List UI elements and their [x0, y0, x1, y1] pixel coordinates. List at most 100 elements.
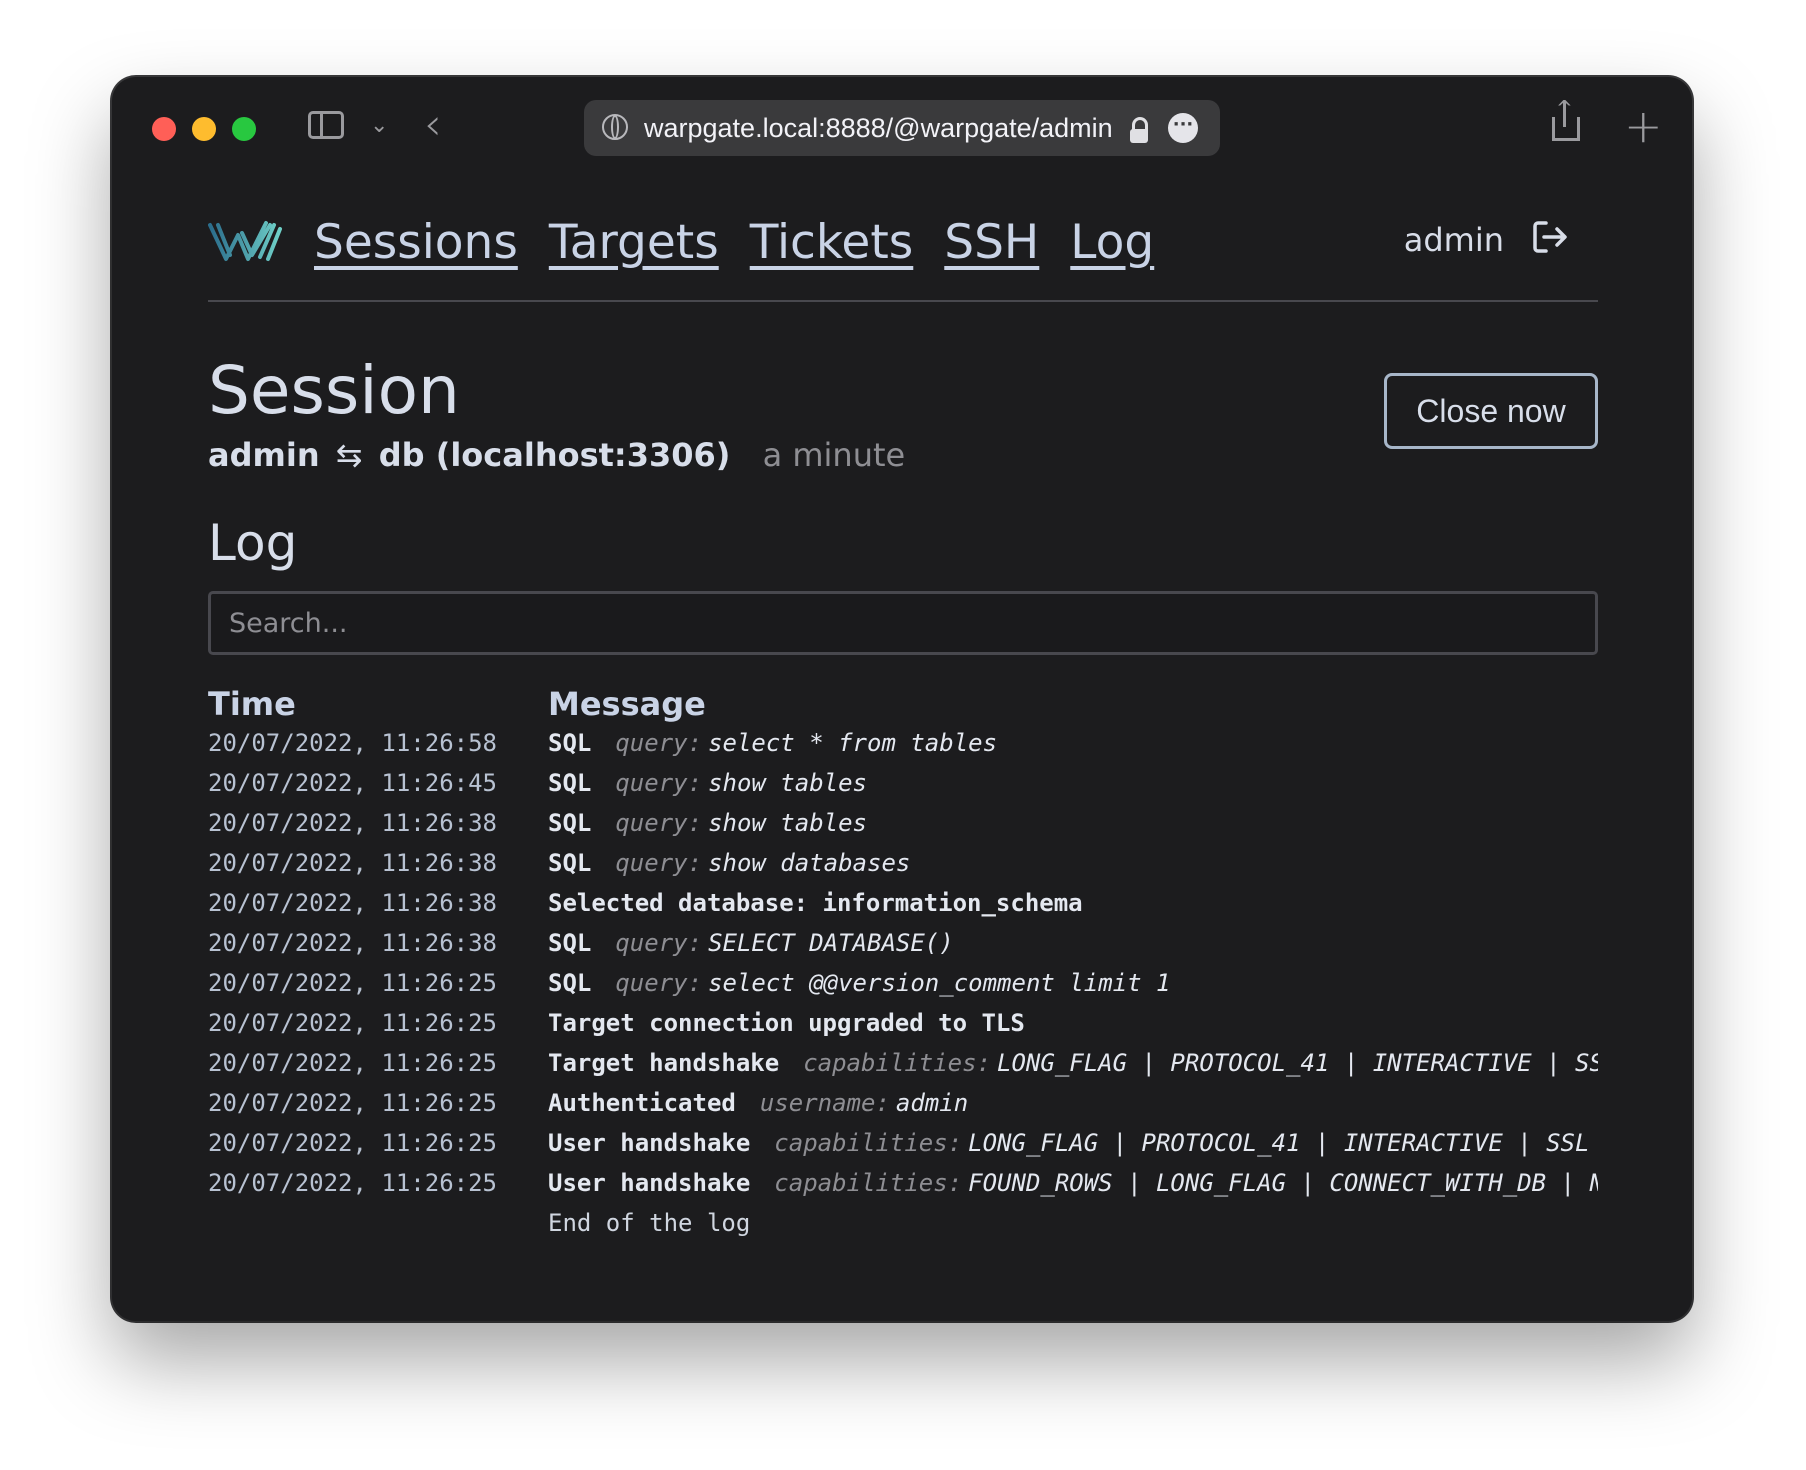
top-nav: Sessions Targets Tickets SSH Log admin — [208, 187, 1598, 297]
log-message-text: SQL — [548, 969, 592, 997]
browser-toolbar: ⌄ ‹ warpgate.local:8888/@warpgate/admin … — [112, 77, 1692, 187]
swap-arrows-icon: ⇆ — [335, 436, 363, 474]
log-time: 20/07/2022, 11:26:25 — [208, 969, 497, 997]
warpgate-logo[interactable] — [208, 219, 284, 265]
log-time: 20/07/2022, 11:26:38 — [208, 849, 497, 877]
zoom-window-button[interactable] — [232, 117, 256, 141]
log-message-text: Target connection upgraded to TLS — [548, 1009, 1025, 1037]
log-table: Time Message 20/07/2022, 11:26:58 SQL quer… — [208, 677, 1598, 1243]
session-summary: admin ⇆ db (localhost:3306) a minute — [208, 436, 905, 474]
log-time: 20/07/2022, 11:26:25 — [208, 1049, 497, 1077]
chevron-down-icon[interactable]: ⌄ — [370, 113, 388, 138]
message-column-header: Message — [548, 685, 706, 723]
time-column-header: Time — [208, 685, 296, 723]
log-message-text: Selected database: information_schema — [548, 889, 1083, 917]
log-time: 20/07/2022, 11:26:38 — [208, 809, 497, 837]
nav-link-ssh[interactable]: SSH — [944, 215, 1039, 270]
log-attr-value: admin — [895, 1089, 969, 1117]
log-message: Target handshake capabilities: LONG_FLAG |… — [548, 1049, 1598, 1077]
address-bar[interactable]: warpgate.local:8888/@warpgate/admin ··· — [584, 100, 1220, 156]
close-window-button[interactable] — [152, 117, 176, 141]
log-attr-value: LONG_FLAG | PROTOCOL_41 | INTERACTIVE | … — [968, 1129, 1590, 1157]
log-attr-key: query: — [615, 769, 703, 797]
log-row: 20/07/2022, 11:26:38 SQL query: show databa… — [208, 843, 1598, 883]
app-content: Sessions Targets Tickets SSH Log admin S… — [208, 187, 1598, 1243]
new-tab-icon[interactable]: + — [1624, 99, 1663, 153]
log-time: 20/07/2022, 11:26:45 — [208, 769, 497, 797]
log-row: 20/07/2022, 11:26:38 Selected database: i… — [208, 883, 1598, 923]
log-time: 20/07/2022, 11:26:58 — [208, 729, 497, 757]
log-end-row: End of the log — [208, 1203, 1598, 1243]
nav-link-targets[interactable]: Targets — [549, 215, 719, 270]
nav-link-tickets[interactable]: Tickets — [750, 215, 914, 270]
log-attr-key: capabilities: — [774, 1169, 963, 1197]
close-now-button[interactable]: Close now — [1384, 373, 1598, 449]
log-message-text: User handshake — [548, 1129, 751, 1157]
more-options-icon[interactable]: ··· — [1168, 113, 1198, 143]
log-attr-key: query: — [615, 849, 703, 877]
end-of-log-text: End of the log — [548, 1209, 751, 1237]
log-message: SQL query: SELECT DATABASE() — [548, 929, 1598, 957]
logout-icon[interactable] — [1530, 217, 1570, 257]
log-attr-value: select @@version_comment limit 1 — [708, 969, 1171, 997]
log-time: 20/07/2022, 11:26:25 — [208, 1009, 497, 1037]
log-message: SQL query: show tables — [548, 769, 1598, 797]
log-row: 20/07/2022, 11:26:38 SQL query: SELECT DATA… — [208, 923, 1598, 963]
log-time: 20/07/2022, 11:26:38 — [208, 889, 497, 917]
log-message: SQL query: select @@version_comment limit … — [548, 969, 1598, 997]
session-user: admin — [208, 436, 320, 474]
session-target: db (localhost:3306) — [378, 436, 731, 474]
address-text[interactable]: warpgate.local:8888/@warpgate/admin — [644, 113, 1114, 144]
log-message: SQL query: select * from tables — [548, 729, 1598, 757]
share-icon[interactable]: ^ — [1552, 98, 1580, 141]
log-message-text: SQL — [548, 809, 592, 837]
log-row: 20/07/2022, 11:26:25 User handshake capabi… — [208, 1123, 1598, 1163]
log-message-text: User handshake — [548, 1169, 751, 1197]
log-message-text: SQL — [548, 769, 592, 797]
log-time: 20/07/2022, 11:26:25 — [208, 1089, 497, 1117]
log-row: 20/07/2022, 11:26:58 SQL query: select * fr… — [208, 723, 1598, 763]
log-time: 20/07/2022, 11:26:38 — [208, 929, 497, 957]
back-arrow-icon[interactable]: ‹ — [424, 99, 442, 150]
nav-link-log[interactable]: Log — [1070, 215, 1154, 270]
current-user: admin — [1403, 221, 1504, 259]
log-message: Target connection upgraded to TLS — [548, 1009, 1598, 1037]
log-attr-value: show tables — [708, 809, 868, 837]
log-message-text: SQL — [548, 929, 592, 957]
minimize-window-button[interactable] — [192, 117, 216, 141]
log-message-text: Authenticated — [548, 1089, 736, 1117]
log-time: 20/07/2022, 11:26:25 — [208, 1169, 497, 1197]
log-attr-value: SELECT DATABASE() — [708, 929, 954, 957]
sidebar-toggle-icon[interactable] — [308, 111, 344, 139]
log-message-text: SQL — [548, 849, 592, 877]
nav-link-sessions[interactable]: Sessions — [314, 215, 518, 270]
log-message: Selected database: information_schema — [548, 889, 1598, 917]
log-attr-value: select * from tables — [708, 729, 998, 757]
log-attr-key: capabilities: — [774, 1129, 963, 1157]
log-attr-value: FOUND_ROWS | LONG_FLAG | CONNECT_WITH_DB… — [968, 1169, 1598, 1197]
log-row: 20/07/2022, 11:26:25 Authenticated usernam… — [208, 1083, 1598, 1123]
log-attr-key: query: — [615, 969, 703, 997]
log-attr-key: capabilities: — [803, 1049, 992, 1077]
log-attr-key: query: — [615, 729, 703, 757]
log-message: SQL query: show databases — [548, 849, 1598, 877]
log-attr-key: query: — [615, 929, 703, 957]
log-row: 20/07/2022, 11:26:45 SQL query: show tables — [208, 763, 1598, 803]
log-attr-key: query: — [615, 809, 703, 837]
log-heading: Log — [208, 514, 298, 572]
session-header: Session admin ⇆ db (localhost:3306) a mi… — [208, 302, 1598, 482]
log-attr-value: LONG_FLAG | PROTOCOL_41 | INTERACTIVE | … — [997, 1049, 1598, 1077]
log-message-text: Target handshake — [548, 1049, 780, 1077]
globe-icon — [602, 114, 628, 140]
log-message: SQL query: show tables — [548, 809, 1598, 837]
session-duration: a minute — [762, 436, 906, 474]
log-row: 20/07/2022, 11:26:25 SQL query: select @@ve… — [208, 963, 1598, 1003]
page-title: Session — [208, 352, 460, 429]
log-message-text: SQL — [548, 729, 592, 757]
log-message: Authenticated username: admin — [548, 1089, 1598, 1117]
log-search-input[interactable] — [208, 591, 1598, 655]
log-attr-value: show tables — [708, 769, 868, 797]
log-message: User handshake capabilities: LONG_FLAG | P… — [548, 1129, 1598, 1157]
lock-icon — [1130, 117, 1148, 143]
log-row: 20/07/2022, 11:26:25 Target handshake capa… — [208, 1043, 1598, 1083]
